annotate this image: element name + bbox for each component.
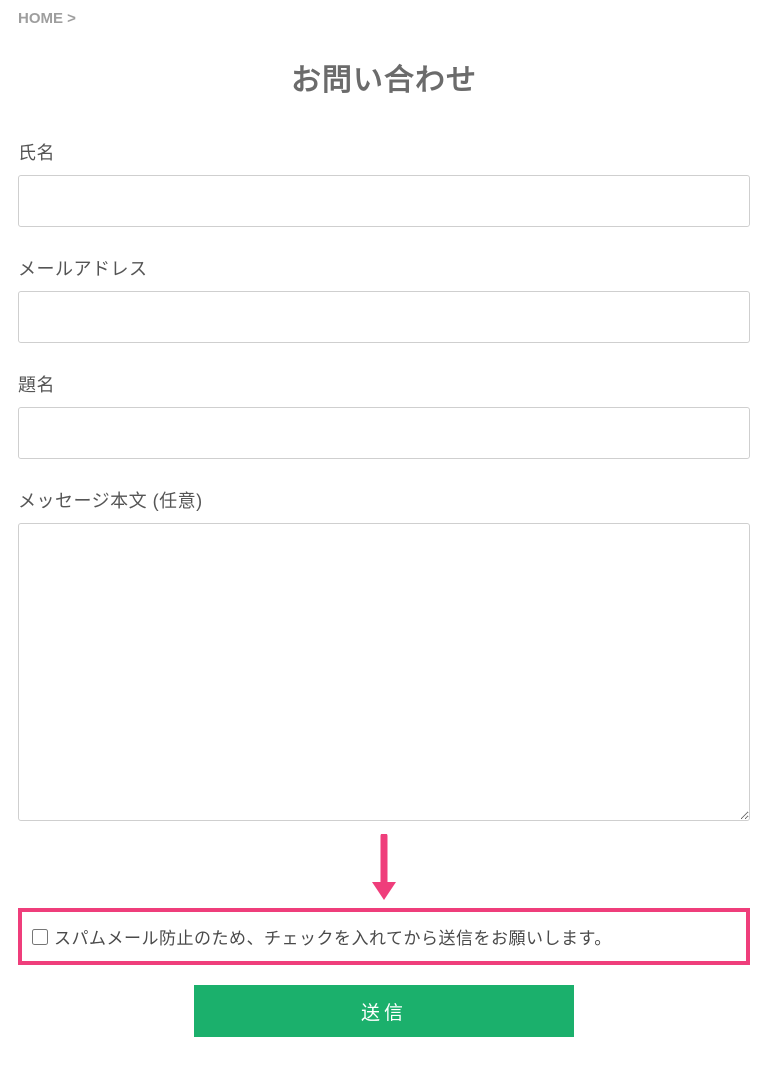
field-group-name: 氏名 [18,139,750,227]
subject-input[interactable] [18,407,750,459]
subject-label: 題名 [18,371,750,397]
spam-checkbox-label: スパムメール防止のため、チェックを入れてから送信をお願いします。 [54,924,612,949]
field-group-email: メールアドレス [18,255,750,343]
annotation-arrow [18,834,750,902]
email-label: メールアドレス [18,255,750,281]
breadcrumb-separator: > [67,10,76,27]
page-title: お問い合わせ [18,55,750,99]
spam-checkbox[interactable] [32,929,48,945]
breadcrumb: HOME > [18,10,750,27]
message-label: メッセージ本文 (任意) [18,487,750,513]
submit-row: 送信 [18,985,750,1037]
email-input[interactable] [18,291,750,343]
field-group-message: メッセージ本文 (任意) [18,487,750,826]
message-textarea[interactable] [18,523,750,821]
name-label: 氏名 [18,139,750,165]
breadcrumb-home-link[interactable]: HOME [18,10,63,27]
submit-button[interactable]: 送信 [194,985,574,1037]
field-group-subject: 題名 [18,371,750,459]
spam-checkbox-highlight: スパムメール防止のため、チェックを入れてから送信をお願いします。 [18,908,750,965]
name-input[interactable] [18,175,750,227]
arrow-down-icon [364,834,404,902]
